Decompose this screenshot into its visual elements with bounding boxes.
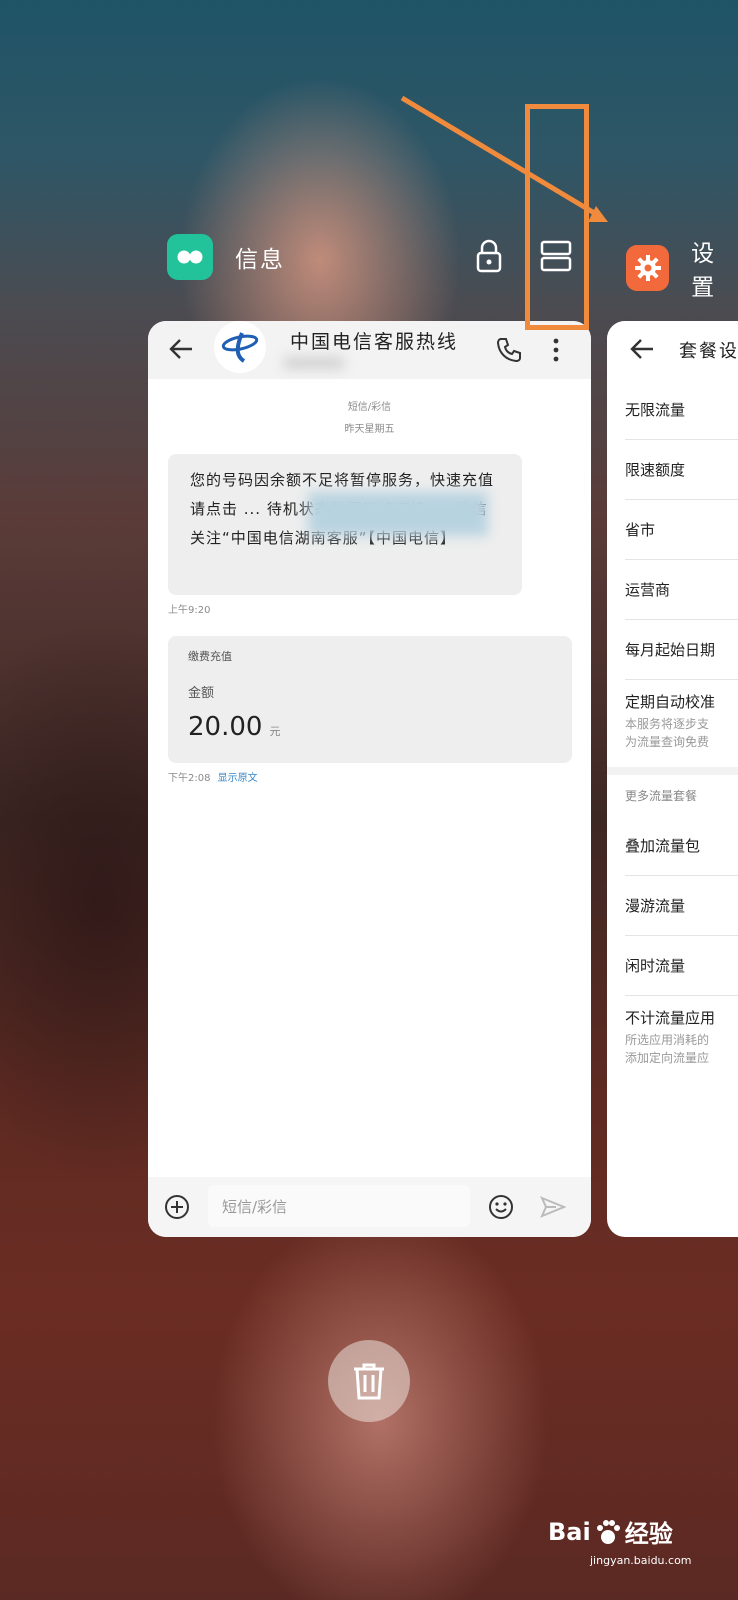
settings-item[interactable]: 不计流量应用所选应用消耗的 添加定向流量应: [625, 995, 738, 1087]
messages-app-icon[interactable]: [167, 234, 213, 280]
settings-back-arrow-icon[interactable]: [629, 337, 655, 365]
lock-icon[interactable]: [475, 238, 503, 278]
messages-app-name: 信息: [235, 247, 285, 273]
message-time: 上午9:20: [168, 605, 211, 616]
settings-item-description: 本服务将逐步支: [625, 717, 710, 731]
settings-app-header[interactable]: 设置: [626, 234, 738, 302]
settings-item[interactable]: 运营商: [625, 559, 738, 620]
settings-item-description: 添加定向流量应: [625, 1051, 710, 1065]
payment-time: 下午2:08: [168, 773, 211, 784]
section-divider: [607, 767, 738, 775]
settings-item-label: 省市: [625, 521, 656, 539]
payment-amount-label: 金额: [188, 686, 215, 701]
settings-item-label: 每月起始日期: [625, 641, 716, 659]
settings-section-header: 更多流量套餐: [625, 789, 698, 803]
china-telecom-logo-icon: [221, 332, 259, 363]
settings-item-label: 限速额度: [625, 461, 686, 479]
more-vertical-icon[interactable]: [552, 337, 560, 367]
watermark-url: jingyan.baidu.com: [590, 1554, 692, 1567]
add-attachment-icon[interactable]: [164, 1194, 190, 1224]
settings-item-label: 无限流量: [625, 401, 686, 419]
watermark-brand2: 经验: [624, 1520, 673, 1548]
settings-item-description: 所选应用消耗的: [625, 1033, 710, 1047]
settings-item-label: 叠加流量包: [625, 837, 701, 855]
date-header-line1: 短信/彩信: [347, 402, 392, 413]
settings-item[interactable]: 漫游流量: [625, 875, 738, 936]
message-input[interactable]: 短信/彩信: [208, 1185, 470, 1227]
settings-item-label: 定期自动校准: [625, 693, 716, 711]
settings-gear-icon[interactable]: [626, 245, 670, 291]
watermark-brand: Bai: [548, 1517, 591, 1546]
settings-item[interactable]: 限速额度: [625, 439, 738, 500]
payment-amount: 20.00: [188, 712, 263, 742]
settings-item-description: 为流量查询免费: [625, 735, 710, 749]
settings-item[interactable]: 每月起始日期: [625, 619, 738, 680]
payment-unit: 元: [269, 725, 281, 738]
settings-item[interactable]: 闲时流量: [625, 935, 738, 996]
settings-item-label: 漫游流量: [625, 897, 686, 915]
incoming-message-bubble[interactable]: 您的号码因余额不足将暂停服务，快速充值请点击 ... 待机状态数据网络连接 ..…: [168, 454, 522, 595]
payment-meta: 下午2:08 显示原文: [168, 769, 258, 784]
settings-item[interactable]: 省市: [625, 499, 738, 560]
payment-title: 缴费充值: [188, 650, 232, 663]
settings-item[interactable]: 无限流量: [625, 379, 738, 440]
contact-avatar[interactable]: [214, 321, 266, 373]
clear-all-button[interactable]: [328, 1340, 410, 1422]
date-header: 短信/彩信 昨天星期五: [148, 397, 591, 441]
settings-title: 套餐设: [679, 341, 738, 362]
annotation-highlight-box: [525, 104, 589, 330]
back-arrow-icon[interactable]: [168, 337, 194, 365]
payment-amount-row: 20.00 元: [188, 712, 281, 742]
redacted-link: [308, 492, 488, 536]
trash-icon: [354, 1363, 384, 1400]
emoji-icon[interactable]: [488, 1194, 514, 1224]
settings-card[interactable]: 套餐设 无限流量限速额度省市运营商每月起始日期 定期自动校准本服务将逐步支 为流量查…: [607, 321, 738, 1237]
settings-item[interactable]: 叠加流量包: [625, 815, 738, 876]
messages-app-header[interactable]: 信息: [167, 234, 285, 280]
contact-name: 中国电信客服热线: [290, 331, 459, 353]
redacted-number: [284, 357, 344, 369]
paw-icon: [596, 1519, 620, 1544]
message-input-placeholder: 短信/彩信: [222, 1198, 288, 1216]
settings-item-label: 不计流量应用: [625, 1009, 716, 1027]
settings-item-label: 运营商: [625, 581, 671, 599]
compose-bar: 短信/彩信: [148, 1177, 591, 1237]
payment-card-bubble[interactable]: 缴费充值 金额 20.00 元: [168, 636, 572, 763]
settings-toolbar: 套餐设: [607, 321, 738, 379]
show-original-link[interactable]: 显示原文: [218, 773, 258, 784]
send-icon[interactable]: [540, 1196, 567, 1222]
baidu-jingyan-watermark: Bai 经验: [548, 1514, 673, 1549]
messages-card[interactable]: 中国电信客服热线 短信/彩信 昨天星期五 您的号码因余额不足将暂停服务，快速充值…: [148, 321, 591, 1237]
settings-item[interactable]: 定期自动校准本服务将逐步支 为流量查询免费: [625, 679, 738, 768]
settings-app-name: 设置: [691, 241, 717, 301]
settings-item-label: 闲时流量: [625, 957, 686, 975]
phone-icon[interactable]: [496, 337, 522, 367]
date-header-line2: 昨天星期五: [344, 424, 395, 435]
